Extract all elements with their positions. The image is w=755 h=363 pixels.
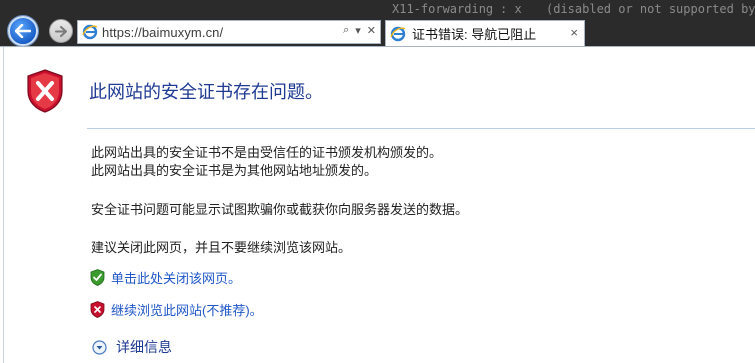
recommendation-message: 建议关闭此网页，并且不要继续浏览该网站。 <box>91 240 352 255</box>
continue-to-site-link[interactable]: 继续浏览此网站(不推荐)。 <box>90 300 263 319</box>
close-page-link[interactable]: 单击此处关闭该网页。 <box>90 268 241 287</box>
address-bar[interactable]: https://baimuxym.cn/ ⌕ ▾ ✕ <box>77 20 381 44</box>
shield-error-small-icon <box>90 301 105 318</box>
shield-error-icon <box>27 69 63 113</box>
back-button[interactable] <box>8 16 38 46</box>
close-tab-icon[interactable]: × <box>570 25 578 40</box>
error-message: 安全证书问题可能显示试图欺骗你或截获你向服务器发送的数据。 <box>91 202 469 217</box>
continue-label: 继续浏览此网站(不推荐)。 <box>111 303 263 318</box>
error-message: 此网站出具的安全证书不是由受信任的证书颁发机构颁发的。 <box>91 145 443 160</box>
chevron-down-circle-icon <box>92 339 107 355</box>
page-title: 此网站的安全证书存在问题。 <box>89 82 323 102</box>
more-information-toggle[interactable]: 详细信息 <box>92 337 172 357</box>
divider <box>87 128 755 129</box>
error-message: 此网站出具的安全证书是为其他网站地址颁发的。 <box>91 163 378 178</box>
more-information-label: 详细信息 <box>116 339 172 355</box>
ie-page-icon <box>82 24 98 40</box>
shield-check-icon <box>90 269 105 286</box>
search-icon[interactable]: ⌕ <box>343 24 349 37</box>
dropdown-icon[interactable]: ▾ <box>355 24 361 37</box>
browser-toolbar: https://baimuxym.cn/ ⌕ ▾ ✕ 证书错误: 导航已阻止 × <box>0 0 755 46</box>
stop-icon[interactable]: ✕ <box>367 24 376 37</box>
url-text: https://baimuxym.cn/ <box>102 24 224 40</box>
arrow-right-icon <box>55 25 67 37</box>
tab-title: 证书错误: 导航已阻止 <box>412 27 537 42</box>
arrow-left-icon <box>15 24 31 38</box>
ie-tab-icon <box>390 26 406 41</box>
close-page-label: 单击此处关闭该网页。 <box>111 271 242 286</box>
certificate-error-page: 此网站的安全证书存在问题。 此网站出具的安全证书不是由受信任的证书颁发机构颁发的… <box>0 46 755 363</box>
tab-certificate-error[interactable]: 证书错误: 导航已阻止 × <box>385 20 585 46</box>
forward-button[interactable] <box>49 19 73 43</box>
